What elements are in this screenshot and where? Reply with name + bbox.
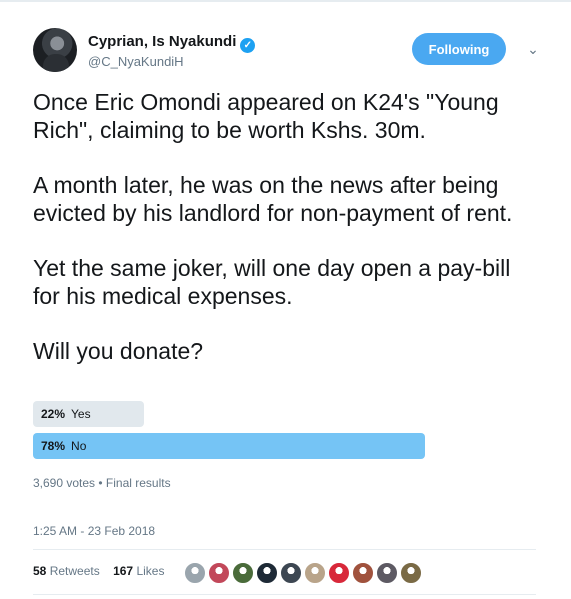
retweets-count: 58 — [33, 564, 47, 578]
user-avatar-icon[interactable] — [352, 562, 374, 584]
user-avatar-icon[interactable] — [232, 562, 254, 584]
poll-choice: Yes — [71, 407, 91, 421]
poll-option-no: 78% No — [33, 433, 433, 459]
likes-count: 167 — [113, 564, 134, 578]
tweet-text: Once Eric Omondi appeared on K24's "Youn… — [33, 88, 543, 392]
poll-meta: 3,690 votes • Final results — [33, 476, 171, 490]
likes-label: Likes — [136, 564, 165, 578]
tweet-question: Will you donate? — [33, 338, 204, 364]
tweet-paragraph: A month later, he was on the news after … — [33, 172, 513, 226]
poll-option-label: 78% No — [41, 439, 86, 453]
user-avatar-icon[interactable] — [304, 562, 326, 584]
tweet-paragraph: Yet the same joker, will one day open a … — [33, 255, 511, 309]
poll-option-yes: 22% Yes — [33, 401, 433, 427]
user-avatar-icon[interactable] — [280, 562, 302, 584]
user-avatar-icon[interactable] — [256, 562, 278, 584]
tweet-header: Cyprian, Is Nyakundi ✓ @C_NyaKundiH Follo… — [33, 28, 543, 74]
top-divider — [0, 0, 571, 2]
author-name-row[interactable]: Cyprian, Is Nyakundi ✓ — [88, 33, 256, 53]
user-avatar-icon[interactable] — [184, 562, 206, 584]
author-handle[interactable]: @C_NyaKundiH — [88, 54, 184, 69]
user-avatar-icon[interactable] — [376, 562, 398, 584]
retweets-label: Retweets — [49, 564, 100, 578]
likes-stat[interactable]: 167 Likes — [113, 564, 164, 578]
chevron-down-icon[interactable]: ⌄ — [525, 41, 541, 57]
user-avatar-icon[interactable] — [208, 562, 230, 584]
tweet-stats: 58 Retweets 167 Likes — [33, 564, 174, 578]
stats-divider-top — [33, 549, 536, 550]
poll-bar-no — [33, 433, 425, 459]
tweet-paragraph: Once Eric Omondi appeared on K24's "Youn… — [33, 89, 499, 143]
verified-badge-icon: ✓ — [240, 38, 256, 53]
author-avatar[interactable] — [33, 28, 77, 72]
user-avatar-icon[interactable] — [400, 562, 422, 584]
poll-percent: 22% — [41, 407, 66, 421]
retweets-stat[interactable]: 58 Retweets — [33, 564, 100, 578]
following-button[interactable]: Following — [412, 33, 506, 65]
poll-option-label: 22% Yes — [41, 407, 91, 421]
poll-percent: 78% — [41, 439, 66, 453]
tweet-timestamp[interactable]: 1:25 AM - 23 Feb 2018 — [33, 524, 155, 538]
poll: 22% Yes 78% No — [33, 401, 433, 465]
user-avatar-icon[interactable] — [328, 562, 350, 584]
author-name[interactable]: Cyprian, Is Nyakundi — [88, 33, 236, 50]
poll-choice: No — [71, 439, 87, 453]
stats-divider-bottom — [33, 594, 536, 595]
